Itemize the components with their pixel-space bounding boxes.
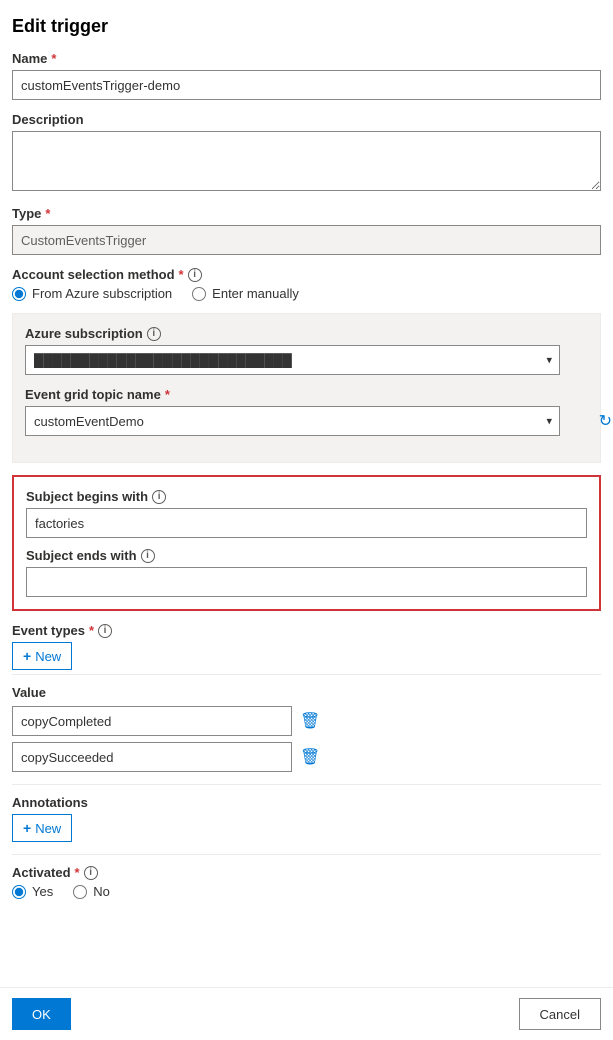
azure-subscription-select-row: ████████████████████████████ ▾ <box>25 345 588 375</box>
subject-ends-input[interactable] <box>26 567 587 597</box>
type-input <box>12 225 601 255</box>
ok-button[interactable]: OK <box>12 998 71 1030</box>
event-grid-required: * <box>165 387 170 402</box>
radio-yes-input[interactable] <box>12 885 26 899</box>
annotations-divider <box>12 784 601 785</box>
event-types-divider <box>12 674 601 675</box>
activated-divider <box>12 854 601 855</box>
event-value-input-2[interactable] <box>12 742 292 772</box>
activated-label: Activated * i <box>12 865 601 880</box>
account-required: * <box>179 267 184 282</box>
event-value-input-1[interactable] <box>12 706 292 736</box>
event-value-row-2: 🗑 <box>12 742 601 772</box>
event-types-new-button[interactable]: + New <box>12 642 72 670</box>
event-types-plus-icon: + <box>23 648 31 664</box>
cancel-button[interactable]: Cancel <box>519 998 601 1030</box>
account-selection-group: Account selection method * i From Azure … <box>12 267 601 301</box>
radio-manual-label[interactable]: Enter manually <box>192 286 299 301</box>
event-grid-select[interactable]: customEventDemo <box>25 406 560 436</box>
annotations-new-label: New <box>35 821 61 836</box>
page-title: Edit trigger <box>12 16 601 37</box>
radio-no-input[interactable] <box>73 885 87 899</box>
event-delete-icon-2[interactable]: 🗑 <box>300 747 320 767</box>
footer: OK Cancel <box>0 987 613 1040</box>
event-types-new-label: New <box>35 649 61 664</box>
azure-section: Azure subscription i ███████████████████… <box>12 313 601 463</box>
account-info-icon[interactable]: i <box>188 268 202 282</box>
radio-no-label[interactable]: No <box>73 884 110 899</box>
event-value-row-1: 🗑 <box>12 706 601 736</box>
event-delete-icon-1[interactable]: 🗑 <box>300 711 320 731</box>
event-types-info-icon[interactable]: i <box>98 624 112 638</box>
type-label: Type * <box>12 206 601 221</box>
radio-yes-text: Yes <box>32 884 53 899</box>
account-radio-group: From Azure subscription Enter manually <box>12 286 601 301</box>
event-grid-group: Event grid topic name * customEventDemo … <box>25 387 588 436</box>
radio-azure-text: From Azure subscription <box>32 286 172 301</box>
radio-azure-input[interactable] <box>12 287 26 301</box>
event-grid-select-row: customEventDemo ▾ ↻ <box>25 406 588 436</box>
annotations-label: Annotations <box>12 795 601 810</box>
activated-section: Activated * i Yes No <box>12 865 601 899</box>
subject-begins-label: Subject begins with i <box>26 489 587 504</box>
radio-manual-input[interactable] <box>192 287 206 301</box>
description-field-group: Description <box>12 112 601 194</box>
subject-section: Subject begins with i Subject ends with … <box>12 475 601 611</box>
azure-sub-info-icon[interactable]: i <box>147 327 161 341</box>
event-grid-wrapper: customEventDemo ▾ <box>25 406 560 436</box>
name-required: * <box>51 51 56 66</box>
event-types-label: Event types * i <box>12 623 601 638</box>
activated-info-icon[interactable]: i <box>84 866 98 880</box>
azure-subscription-group: Azure subscription i ███████████████████… <box>25 326 588 375</box>
value-column-label: Value <box>12 685 601 700</box>
subject-ends-label: Subject ends with i <box>26 548 587 563</box>
description-label: Description <box>12 112 601 127</box>
description-input[interactable] <box>12 131 601 191</box>
annotations-section: Annotations + New <box>12 795 601 842</box>
type-field-group: Type * <box>12 206 601 255</box>
account-selection-label: Account selection method * i <box>12 267 601 282</box>
name-field-group: Name * <box>12 51 601 100</box>
annotations-plus-icon: + <box>23 820 31 836</box>
subject-begins-input[interactable] <box>26 508 587 538</box>
activated-radio-group: Yes No <box>12 884 601 899</box>
event-grid-label: Event grid topic name * <box>25 387 588 402</box>
subject-begins-group: Subject begins with i <box>26 489 587 538</box>
type-required: * <box>45 206 50 221</box>
event-types-required: * <box>89 623 94 638</box>
radio-azure-label[interactable]: From Azure subscription <box>12 286 172 301</box>
subject-begins-info-icon[interactable]: i <box>152 490 166 504</box>
event-grid-refresh-icon[interactable]: ↻ <box>599 411 612 431</box>
subject-ends-info-icon[interactable]: i <box>141 549 155 563</box>
azure-subscription-wrapper: ████████████████████████████ ▾ <box>25 345 560 375</box>
annotations-new-button[interactable]: + New <box>12 814 72 842</box>
name-label: Name * <box>12 51 601 66</box>
radio-no-text: No <box>93 884 110 899</box>
azure-subscription-select[interactable]: ████████████████████████████ <box>25 345 560 375</box>
event-types-section: Event types * i + New Value 🗑 🗑 <box>12 623 601 772</box>
radio-yes-label[interactable]: Yes <box>12 884 53 899</box>
radio-manual-text: Enter manually <box>212 286 299 301</box>
name-input[interactable] <box>12 70 601 100</box>
azure-subscription-label: Azure subscription i <box>25 326 588 341</box>
activated-required: * <box>75 865 80 880</box>
subject-ends-group: Subject ends with i <box>26 548 587 597</box>
